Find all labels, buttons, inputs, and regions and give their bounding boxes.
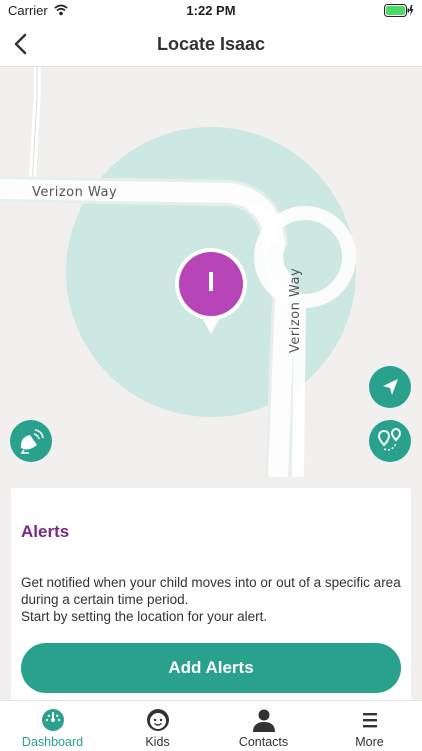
kid-face-icon <box>147 709 169 731</box>
add-alerts-button[interactable]: Add Alerts <box>21 643 401 693</box>
person-icon <box>253 709 275 732</box>
child-location-pin[interactable]: I <box>173 246 249 336</box>
dashboard-gauge-icon <box>42 709 64 731</box>
location-route-icon <box>377 427 402 451</box>
alerts-description: Get notified when your child moves into … <box>21 574 405 625</box>
tab-label: Dashboard <box>21 735 84 749</box>
tab-dashboard[interactable]: Dashboard <box>0 701 105 751</box>
alerts-description-line: during a certain time period. <box>21 592 189 607</box>
battery-icon <box>384 4 414 22</box>
status-time: 1:22 PM <box>186 3 236 18</box>
signal-button[interactable] <box>10 420 52 462</box>
satellite-dish-icon <box>20 429 44 454</box>
alerts-description-line: Get notified when your child moves into … <box>21 575 401 590</box>
tab-bar: Dashboard Kids Contacts More <box>0 700 422 751</box>
alerts-title: Alerts <box>21 522 70 541</box>
tab-contacts[interactable]: Contacts <box>211 701 316 751</box>
menu-icon <box>363 713 377 728</box>
nav-bar: Locate Isaac <box>0 22 422 67</box>
tab-label: Kids <box>145 735 170 749</box>
tab-more[interactable]: More <box>317 701 422 751</box>
status-bar: Carrier 1:22 PM <box>0 0 422 22</box>
tab-kids[interactable]: Kids <box>105 701 210 751</box>
geofence-button[interactable] <box>369 420 411 462</box>
tab-label: More <box>355 735 384 749</box>
tab-label: Contacts <box>238 735 289 749</box>
road-label: Verizon Way <box>288 267 303 353</box>
road-label: Verizon Way <box>32 185 118 200</box>
map-view[interactable]: Verizon Way Verizon Way I <box>0 67 422 477</box>
navigation-arrow-icon <box>383 379 398 395</box>
page-title: Locate Isaac <box>156 34 266 54</box>
alerts-description-line: Start by setting the location for your a… <box>21 609 268 624</box>
pin-initial: I <box>207 266 215 297</box>
navigate-button[interactable] <box>369 366 411 408</box>
